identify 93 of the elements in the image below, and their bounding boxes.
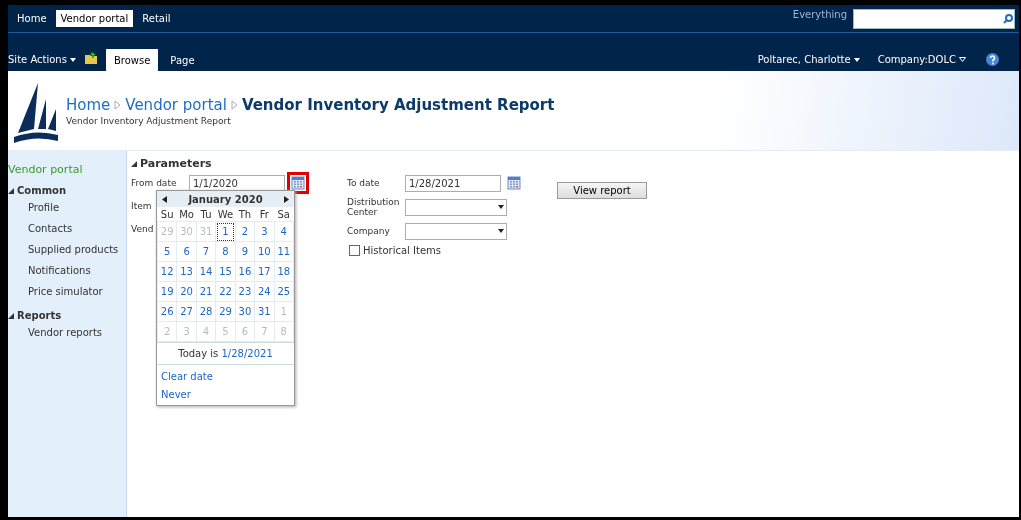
sidebar-item[interactable]: Price simulator bbox=[28, 286, 103, 297]
checkbox[interactable] bbox=[349, 245, 360, 256]
calendar-day[interactable]: 5 bbox=[157, 241, 177, 262]
field-label: Item bbox=[131, 201, 152, 211]
weekday-header: Su bbox=[157, 207, 177, 222]
weekday-header: Fr bbox=[254, 207, 275, 222]
calendar-month: January 2020 bbox=[188, 193, 263, 205]
section-title: Parameters bbox=[140, 157, 212, 170]
field-label: Distribution Center bbox=[347, 197, 401, 217]
weekday-header: Tu bbox=[196, 207, 216, 222]
sidebar-item[interactable]: Vendor reports bbox=[28, 327, 103, 338]
breadcrumb-link[interactable]: Home bbox=[66, 95, 111, 114]
top-tab[interactable]: Home bbox=[12, 10, 52, 27]
help-icon[interactable] bbox=[986, 53, 999, 66]
calendar-day[interactable]: 12 bbox=[157, 261, 177, 282]
search-field[interactable] bbox=[853, 8, 1015, 29]
calendar-link[interactable]: Never bbox=[157, 385, 294, 403]
previous-month-icon[interactable] bbox=[162, 195, 167, 203]
field-label: Vend bbox=[131, 224, 154, 234]
today-label: Today is 1/28/2021 bbox=[178, 348, 273, 359]
calendar-day[interactable]: 27 bbox=[176, 301, 197, 322]
sidebar-item[interactable]: Notifications bbox=[28, 265, 91, 276]
checkbox-label: Historical Items bbox=[363, 245, 441, 256]
calendar-link[interactable]: Clear date bbox=[157, 367, 294, 385]
sidebar-group[interactable]: Reports bbox=[17, 310, 62, 321]
search-scope[interactable]: Everything bbox=[792, 9, 847, 20]
calendar-day[interactable]: 20 bbox=[176, 281, 197, 302]
calendar-day[interactable]: 23 bbox=[235, 281, 255, 302]
weekday-header: We bbox=[215, 207, 236, 222]
calendar-day[interactable]: 25 bbox=[274, 281, 294, 302]
calendar-day[interactable]: 14 bbox=[196, 261, 216, 282]
calendar-day[interactable]: 11 bbox=[274, 241, 294, 262]
field-label: From date bbox=[131, 178, 178, 188]
calendar-day[interactable]: 1 bbox=[215, 221, 236, 242]
page-subtitle: Vendor Inventory Adjustment Report bbox=[66, 115, 232, 126]
calendar-day[interactable]: 10 bbox=[254, 241, 275, 262]
calendar-day[interactable]: 13 bbox=[176, 261, 197, 282]
top-tab[interactable]: Retail bbox=[137, 10, 176, 27]
expand-icon[interactable] bbox=[8, 312, 14, 319]
calendar-day[interactable]: 31 bbox=[254, 301, 275, 322]
field-label: To date bbox=[347, 178, 381, 188]
calendar-day[interactable]: 6 bbox=[176, 241, 197, 262]
user-menu[interactable]: Poltarec, Charlotte bbox=[757, 54, 860, 71]
page-title: Vendor Inventory Adjustment Report bbox=[241, 95, 555, 114]
weekday-header: Mo bbox=[176, 207, 197, 222]
calendar-icon[interactable] bbox=[291, 176, 305, 190]
calendar-day[interactable]: 17 bbox=[254, 261, 275, 282]
caret-icon bbox=[959, 57, 966, 62]
expand-icon[interactable] bbox=[8, 187, 14, 194]
dropdown-field[interactable] bbox=[405, 222, 507, 240]
calendar-day[interactable]: 16 bbox=[235, 261, 255, 282]
calendar-day[interactable]: 15 bbox=[215, 261, 236, 282]
sidebar-title[interactable]: Vendor portal bbox=[8, 163, 126, 182]
calendar-day[interactable]: 26 bbox=[157, 301, 177, 322]
calendar-day[interactable]: 18 bbox=[274, 261, 294, 282]
site-actions-menu[interactable]: Site Actions bbox=[8, 54, 80, 71]
calendar-day[interactable]: 7 bbox=[196, 241, 216, 262]
calendar-day[interactable]: 21 bbox=[196, 281, 216, 302]
caret-icon bbox=[853, 57, 860, 62]
calendar-day[interactable]: 24 bbox=[254, 281, 275, 302]
calendar-day[interactable]: 29 bbox=[215, 301, 236, 322]
calendar-day[interactable]: 19 bbox=[157, 281, 177, 302]
calendar-day[interactable]: 2 bbox=[235, 221, 255, 242]
sidebar-group[interactable]: Common bbox=[17, 185, 67, 196]
breadcrumb-separator-icon bbox=[230, 99, 238, 110]
search-icon[interactable] bbox=[1002, 12, 1014, 25]
breadcrumb-separator-icon bbox=[114, 99, 122, 110]
calendar-day[interactable]: 28 bbox=[196, 301, 216, 322]
weekday-header: Th bbox=[235, 207, 255, 222]
weekday-header: Sa bbox=[274, 207, 294, 222]
sidebar-item[interactable]: Profile bbox=[28, 202, 60, 213]
calendar-day[interactable]: 30 bbox=[235, 301, 255, 322]
calendar-icon[interactable] bbox=[507, 176, 521, 190]
ribbon-tab[interactable]: Browse bbox=[105, 49, 159, 71]
top-tab[interactable]: Vendor portal bbox=[55, 10, 134, 27]
sidebar-item[interactable]: Contacts bbox=[28, 223, 73, 234]
calendar-day[interactable]: 22 bbox=[215, 281, 236, 302]
folder-icon[interactable] bbox=[83, 51, 98, 65]
sidebar-item[interactable]: Supplied products bbox=[28, 244, 119, 255]
calendar-day[interactable]: 4 bbox=[274, 221, 294, 242]
dropdown-field[interactable] bbox=[405, 198, 507, 216]
calendar-day[interactable]: 9 bbox=[235, 241, 255, 262]
calendar-day[interactable]: 3 bbox=[254, 221, 275, 242]
ribbon-tab[interactable]: Page bbox=[162, 49, 203, 71]
next-month-icon[interactable] bbox=[284, 195, 289, 203]
view-report-button[interactable]: View report bbox=[557, 182, 647, 199]
expand-icon[interactable] bbox=[131, 160, 137, 167]
company-menu[interactable]: Company:DOLC bbox=[877, 54, 966, 71]
caret-icon bbox=[69, 57, 76, 62]
date-field[interactable]: 1/28/2021 bbox=[405, 174, 501, 192]
breadcrumb-link[interactable]: Vendor portal bbox=[125, 95, 227, 114]
field-label: Company bbox=[347, 226, 391, 236]
calendar-day[interactable]: 8 bbox=[215, 241, 236, 262]
